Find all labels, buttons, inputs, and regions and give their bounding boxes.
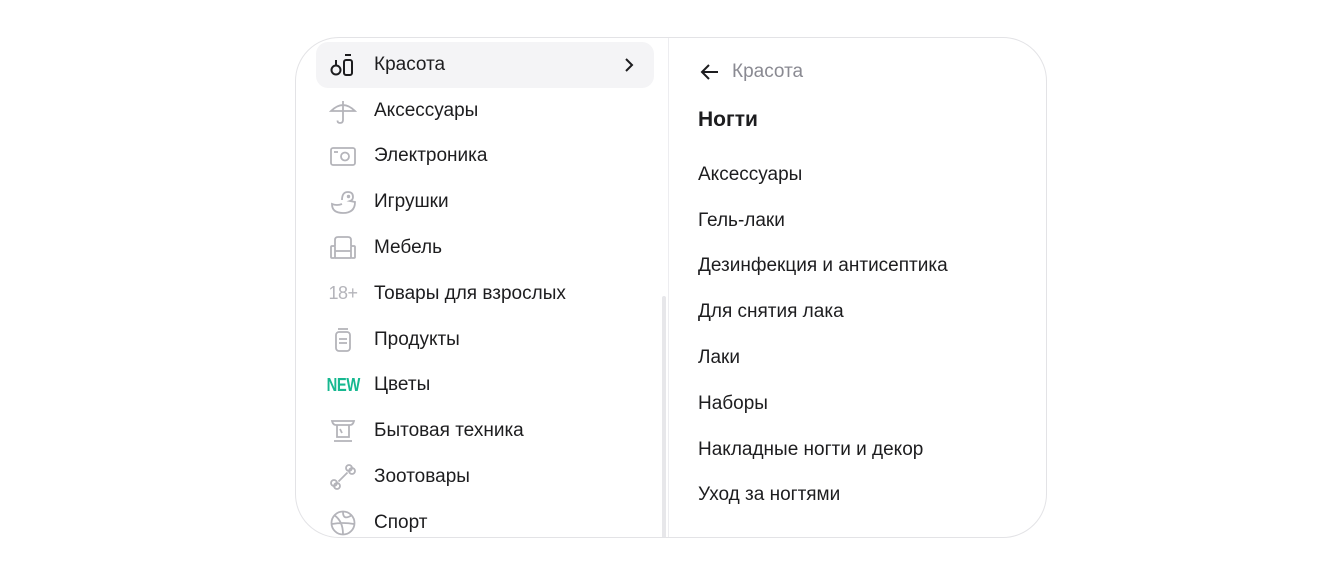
camera-icon [328, 141, 358, 171]
sidebar-item-label: Бытовая техника [374, 420, 524, 442]
sidebar-item-label: Товары для взрослых [374, 282, 566, 304]
sidebar-item-label: Игрушки [374, 191, 449, 213]
sidebar-item-sport[interactable]: Спорт [316, 500, 654, 537]
sidebar-item-label: Красота [374, 53, 446, 75]
subcategory-item[interactable]: Аксессуары [698, 152, 948, 198]
kitchen-appliance-icon [328, 416, 358, 446]
subcategory-item[interactable]: Уход за ногтями [698, 473, 948, 519]
ball-icon [328, 508, 358, 537]
subcategory-item[interactable]: Наборы [698, 381, 948, 427]
sidebar-item-toys[interactable]: Игрушки [316, 179, 654, 225]
sidebar-item-label: Спорт [374, 511, 428, 533]
sidebar-item-label: Мебель [374, 237, 442, 259]
category-list: Красота Аксессуары Электроника Игрушки М… [316, 42, 654, 537]
duck-icon [328, 187, 358, 217]
subcategory-panel: Красота Ногти Аксессуары Гель-лаки Дезин… [698, 38, 1038, 537]
sidebar-item-beauty[interactable]: Красота [316, 42, 654, 88]
arrow-left-icon [700, 64, 718, 80]
sidebar-item-label: Электроника [374, 145, 488, 167]
sidebar-item-flowers[interactable]: NEW Цветы [316, 363, 654, 409]
subcategory-item[interactable]: Для снятия лака [698, 289, 948, 335]
back-button[interactable]: Красота [698, 60, 803, 84]
chevron-right-icon [620, 54, 638, 81]
sidebar-scrollbar[interactable] [662, 296, 666, 537]
sidebar-item-appliances[interactable]: Бытовая техника [316, 408, 654, 454]
section-title: Ногти [698, 108, 758, 131]
subcategory-item[interactable]: Накладные ногти и декор [698, 427, 948, 473]
subcategory-list: Аксессуары Гель-лаки Дезинфекция и антис… [698, 152, 948, 518]
adult-18-icon: 18+ [328, 283, 358, 304]
sidebar-item-label: Продукты [374, 328, 460, 350]
new-badge: NEW [326, 374, 360, 395]
jar-icon [328, 325, 358, 355]
sidebar-item-adult[interactable]: 18+ Товары для взрослых [316, 271, 654, 317]
panel-divider [668, 38, 669, 537]
sidebar-item-label: Аксессуары [374, 99, 479, 121]
subcategory-item[interactable]: Лаки [698, 335, 948, 381]
sidebar-item-label: Цветы [374, 374, 431, 396]
sidebar-item-pets[interactable]: Зоотовары [316, 454, 654, 500]
category-sidebar: Красота Аксессуары Электроника Игрушки М… [296, 38, 668, 537]
sidebar-item-furniture[interactable]: Мебель [316, 225, 654, 271]
beauty-bottles-icon [328, 50, 358, 80]
sidebar-item-groceries[interactable]: Продукты [316, 317, 654, 363]
back-label: Красота [732, 61, 804, 82]
umbrella-icon [328, 96, 358, 126]
subcategory-item[interactable]: Гель-лаки [698, 198, 948, 244]
subcategory-item[interactable]: Дезинфекция и антисептика [698, 244, 948, 290]
sidebar-item-label: Зоотовары [374, 466, 470, 488]
sidebar-item-accessories[interactable]: Аксессуары [316, 88, 654, 134]
bone-icon [328, 462, 358, 492]
category-menu-panel: Красота Аксессуары Электроника Игрушки М… [295, 37, 1047, 538]
armchair-icon [328, 233, 358, 263]
sidebar-item-electronics[interactable]: Электроника [316, 134, 654, 180]
